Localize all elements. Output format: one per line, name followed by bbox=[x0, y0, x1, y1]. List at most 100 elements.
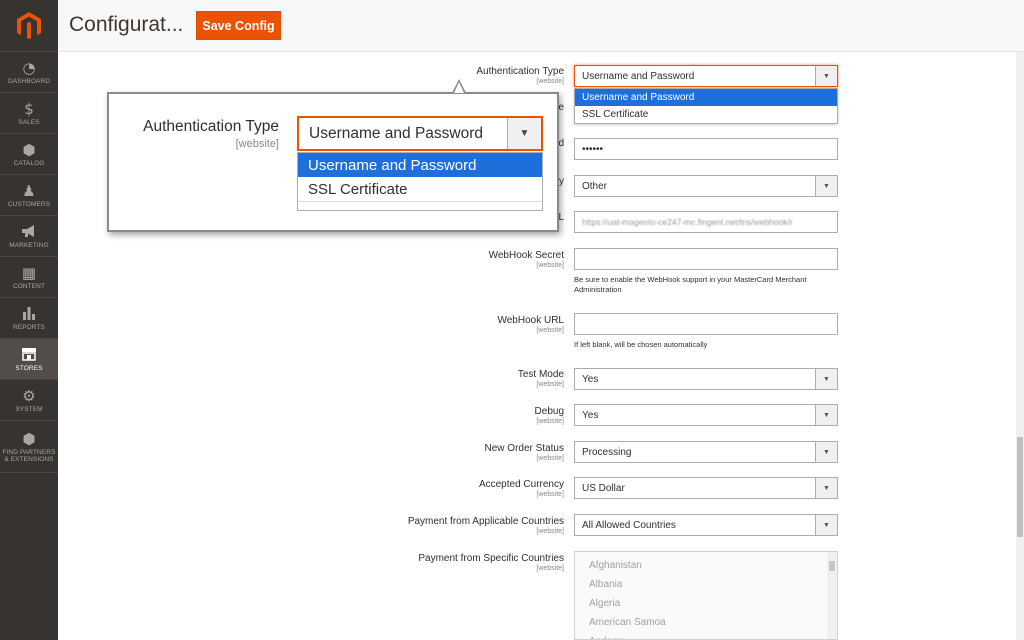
country-option[interactable]: Albania bbox=[575, 575, 837, 594]
nav-customers[interactable]: ♟ CUSTOMERS bbox=[0, 175, 58, 216]
debug-scope: [website] bbox=[536, 418, 564, 425]
applicable-countries-value: All Allowed Countries bbox=[582, 519, 676, 531]
specific-countries-scope: [website] bbox=[536, 565, 564, 572]
nav-reports[interactable]: REPORTS bbox=[0, 298, 58, 339]
auth-type-label: Authentication Type [website] bbox=[476, 66, 564, 85]
cube-icon: ⬢ bbox=[22, 140, 36, 159]
country-option[interactable]: Afghanistan bbox=[575, 556, 837, 575]
country-option[interactable]: Andorra bbox=[575, 632, 837, 639]
debug-value: Yes bbox=[582, 409, 599, 421]
new-order-status-value: Processing bbox=[582, 446, 632, 458]
callout-label: Authentication Type [website] bbox=[143, 118, 279, 150]
nav-stores[interactable]: STORES bbox=[0, 339, 58, 380]
callout-auth-value: Username and Password bbox=[309, 124, 484, 142]
webhook-secret-scope: [website] bbox=[536, 262, 564, 269]
accepted-currency-scope: [website] bbox=[536, 491, 564, 498]
callout-option-ssl-certificate[interactable]: SSL Certificate bbox=[298, 177, 542, 201]
auth-type-scope: [website] bbox=[536, 78, 564, 85]
debug-select[interactable]: Yes ▼ bbox=[574, 404, 838, 426]
chevron-down-icon: ▼ bbox=[815, 176, 837, 196]
hidden-row-4-label: L bbox=[558, 212, 564, 223]
callout-scope: [website] bbox=[235, 138, 279, 150]
hidden-row-3-select[interactable]: Other ▼ bbox=[574, 175, 838, 197]
applicable-countries-scope: [website] bbox=[536, 528, 564, 535]
test-mode-label-text: Test Mode bbox=[517, 369, 564, 380]
password-field[interactable]: •••••• bbox=[574, 138, 838, 160]
hidden-row-3-label: y bbox=[559, 176, 564, 187]
nav-system[interactable]: ⚙ SYSTEM bbox=[0, 380, 58, 421]
chevron-down-icon: ▼ bbox=[815, 66, 837, 86]
save-config-button[interactable]: Save Config bbox=[196, 11, 281, 40]
chevron-down-icon: ▼ bbox=[507, 118, 541, 149]
accepted-currency-label: Accepted Currency [website] bbox=[479, 479, 564, 498]
chevron-down-icon: ▼ bbox=[815, 515, 837, 535]
specific-countries-multiselect[interactable]: Afghanistan Albania Algeria American Sam… bbox=[574, 551, 838, 640]
applicable-countries-label: Payment from Applicable Countries [websi… bbox=[408, 516, 564, 535]
person-icon: ♟ bbox=[22, 181, 36, 200]
box-icon: ⬢ bbox=[22, 429, 36, 448]
applicable-countries-label-text: Payment from Applicable Countries bbox=[407, 516, 564, 527]
store-icon bbox=[21, 347, 37, 364]
callout-label-text: Authentication Type bbox=[143, 118, 279, 135]
webhook-url-label-text: WebHook URL bbox=[497, 315, 564, 326]
hidden-row-2-label: d bbox=[558, 138, 564, 149]
webhook-url-label: WebHook URL [website] bbox=[497, 315, 564, 334]
nav-find-partners[interactable]: ⬢ FIND PARTNERS & EXTENSIONS bbox=[0, 421, 58, 473]
magento-logo-icon bbox=[17, 11, 41, 39]
test-mode-label: Test Mode [website] bbox=[518, 369, 564, 388]
hidden-row-4-input[interactable]: https://uat-magento-ce247-mc.fingent.net… bbox=[574, 211, 838, 233]
chevron-down-icon: ▼ bbox=[815, 442, 837, 462]
page-title: Configurat... bbox=[69, 13, 184, 36]
webhook-url-note: If left blank, will be chosen automatica… bbox=[574, 340, 708, 349]
callout-tail-inner bbox=[454, 82, 464, 93]
country-option[interactable]: Algeria bbox=[575, 594, 837, 613]
webhook-secret-label: WebHook Secret [website] bbox=[489, 250, 564, 269]
magento-logo[interactable] bbox=[0, 0, 58, 52]
nav-dashboard[interactable]: ◔ DASHBOARD bbox=[0, 52, 58, 93]
page-header: Configurat... Save Config bbox=[58, 0, 1024, 52]
accepted-currency-label-text: Accepted Currency bbox=[478, 479, 564, 490]
chevron-down-icon: ▼ bbox=[815, 405, 837, 425]
new-order-status-label: New Order Status [website] bbox=[485, 443, 564, 462]
zoom-callout: Authentication Type [website] Username a… bbox=[107, 92, 559, 232]
page-scrollbar[interactable] bbox=[1016, 52, 1024, 640]
accepted-currency-select[interactable]: US Dollar ▼ bbox=[574, 477, 838, 499]
debug-label: Debug [website] bbox=[535, 406, 564, 425]
specific-countries-label: Payment from Specific Countries [website… bbox=[418, 553, 564, 572]
page-scrollbar-thumb[interactable] bbox=[1017, 437, 1023, 537]
chevron-down-icon: ▼ bbox=[815, 478, 837, 498]
nav-stores-label: STORES bbox=[15, 364, 43, 372]
callout-dropdown: Username and Password SSL Certificate bbox=[297, 152, 543, 211]
chevron-down-icon: ▼ bbox=[815, 369, 837, 389]
webhook-secret-label-text: WebHook Secret bbox=[488, 250, 564, 261]
webhook-secret-note: Be sure to enable the WebHook support in… bbox=[574, 275, 807, 294]
new-order-status-select[interactable]: Processing ▼ bbox=[574, 441, 838, 463]
auth-option-ssl-certificate[interactable]: SSL Certificate bbox=[575, 106, 837, 123]
nav-content-label: CONTENT bbox=[12, 282, 46, 290]
webhook-url-scope: [website] bbox=[536, 327, 564, 334]
nav-content[interactable]: ▦ CONTENT bbox=[0, 257, 58, 298]
applicable-countries-select[interactable]: All Allowed Countries ▼ bbox=[574, 514, 838, 536]
country-option[interactable]: American Samoa bbox=[575, 613, 837, 632]
callout-dropdown-edge bbox=[298, 201, 542, 210]
debug-label-text: Debug bbox=[534, 406, 564, 417]
multiselect-scrollbar-thumb[interactable] bbox=[829, 561, 835, 571]
webhook-secret-input[interactable] bbox=[574, 248, 838, 270]
nav-sales-label: SALES bbox=[18, 118, 40, 126]
multiselect-scrollbar[interactable] bbox=[827, 552, 837, 639]
nav-sales[interactable]: $ SALES bbox=[0, 93, 58, 134]
callout-auth-select[interactable]: Username and Password ▼ bbox=[297, 116, 543, 151]
webhook-url-input[interactable] bbox=[574, 313, 838, 335]
nav-marketing[interactable]: MARKETING bbox=[0, 216, 58, 257]
megaphone-icon bbox=[21, 224, 37, 241]
nav-find-partners-label: FIND PARTNERS & EXTENSIONS bbox=[2, 448, 56, 463]
gear-icon: ⚙ bbox=[22, 386, 36, 405]
nav-catalog[interactable]: ⬢ CATALOG bbox=[0, 134, 58, 175]
test-mode-select[interactable]: Yes ▼ bbox=[574, 368, 838, 390]
dollar-icon: $ bbox=[24, 99, 34, 118]
callout-option-username-password[interactable]: Username and Password bbox=[298, 153, 542, 177]
auth-type-select[interactable]: Username and Password ▼ bbox=[574, 65, 838, 87]
auth-option-username-password[interactable]: Username and Password bbox=[575, 89, 837, 106]
new-order-status-label-text: New Order Status bbox=[484, 443, 564, 454]
hidden-row-4-value: https://uat-magento-ce247-mc.fingent.net… bbox=[582, 217, 793, 227]
